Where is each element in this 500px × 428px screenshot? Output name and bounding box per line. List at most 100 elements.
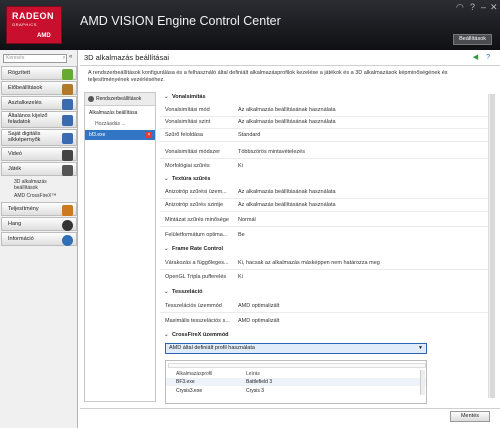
collapse-caret-icon: ⌄ [164, 246, 169, 252]
preferences-button[interactable]: Beállítások [453, 34, 492, 45]
divider [160, 198, 490, 199]
sidebar-item-flat-panels[interactable]: Saját digitális síkképernyők [1, 129, 77, 146]
sidebar-item-display-tasks[interactable]: Általános kijelző feladatok [1, 111, 77, 128]
section-antialiasing[interactable]: ⌄ Vonalsimítás [164, 94, 206, 100]
divider [160, 312, 490, 313]
system-settings-header[interactable]: Rendszerbeállítások [85, 93, 155, 106]
divider [160, 269, 490, 270]
collapse-caret-icon: ⌄ [164, 94, 169, 100]
table-scrollbar[interactable] [420, 370, 425, 395]
scrollbar-thumb[interactable] [490, 94, 495, 398]
app-name: bf3.exe [89, 132, 106, 138]
performance-icon [62, 205, 73, 216]
settings-list: ⌄ Vonalsimítás Vonalsimítási mód Az alkal… [160, 90, 490, 408]
search-icon[interactable]: ⌕ [60, 55, 68, 62]
app-row-bf3[interactable]: bf3.exe × [85, 130, 155, 140]
table-cell[interactable]: Crysis 3 [246, 388, 264, 394]
setting-value[interactable]: Az alkalmazás beállításának használata [238, 107, 336, 113]
setting-label: Várakozás a függőleges... [165, 260, 229, 266]
sidebar-item-audio[interactable]: Hang [1, 217, 77, 231]
setting-value[interactable]: Ki [238, 163, 243, 169]
setting-value[interactable]: Ki [238, 274, 243, 280]
select-value: AMD által definiált profil használata [169, 345, 255, 351]
sidebar-item-video[interactable]: Videó [1, 147, 77, 161]
page-description: A rendszerbeállítások konfigurálása és a… [88, 70, 448, 83]
divider [80, 408, 500, 409]
setting-value[interactable]: Ki, hacsak az alkalmazás másképpen nem h… [238, 260, 380, 266]
section-tessellation[interactable]: ⌄ Tesszeláció [164, 289, 202, 295]
sidebar-item-desktop-management[interactable]: Asztalkezelés [1, 96, 77, 110]
section-title: Vonalsimítás [172, 94, 206, 100]
section-crossfirex-mode[interactable]: ⌄ CrossFireX üzemmód [164, 332, 229, 338]
setting-value[interactable]: Többszörös mintavételezés [238, 149, 305, 155]
section-texture-filtering[interactable]: ⌄ Textúra szűrés [164, 176, 210, 182]
divider [160, 226, 490, 227]
minimize-icon[interactable]: – [481, 2, 486, 12]
title-bar: RADEON GRAPHICS AMD AMD VISION Engine Co… [0, 0, 500, 50]
sidebar-item-label: Általános kijelző feladatok [8, 113, 48, 125]
back-icon[interactable]: ◀ [473, 54, 478, 61]
desktop-icon [62, 99, 73, 110]
help-circle-icon[interactable]: ? [486, 54, 490, 61]
setting-label: Vonalsimítási módszer [165, 149, 221, 155]
column-header-profile[interactable]: Alkalmazásprofil [176, 371, 212, 377]
page-title: 3D alkalmazás beállításai [84, 53, 170, 62]
section-title: Tesszeláció [172, 289, 203, 295]
collapse-icon[interactable]: « [69, 54, 72, 60]
setting-value[interactable]: Normál [238, 217, 256, 223]
wifi-icon[interactable]: ◠ [456, 2, 464, 13]
divider [160, 141, 490, 142]
app-profile-panel: Rendszerbeállítások Alkalmazás beállítás… [84, 92, 156, 402]
help-icon[interactable]: ? [470, 2, 475, 12]
sidebar-item-label: Információ [8, 236, 34, 242]
setting-label: Mintázat szűrés minősége [165, 217, 229, 223]
sidebar-item-gaming[interactable]: Játék [1, 162, 77, 176]
collapse-caret-icon: ⌄ [164, 289, 169, 295]
table-cell[interactable]: BF3.exe [176, 379, 195, 385]
setting-label: Felületformátum optima... [165, 232, 228, 238]
sidebar-item-label: Asztalkezelés [8, 100, 42, 106]
sidebar-link-3d-app-settings[interactable]: 3D alkalmazás beállítások [14, 179, 58, 191]
setting-value[interactable]: AMD optimalizált [238, 303, 279, 309]
setting-value[interactable]: AMD optimalizált [238, 318, 279, 324]
setting-value[interactable]: Az alkalmazás beállításának használata [238, 189, 336, 195]
add-app-row[interactable]: Hozzáadás ... [85, 119, 155, 129]
chevron-down-icon: ▼ [418, 345, 423, 351]
system-icon [88, 96, 94, 102]
table-cell[interactable]: Battlefield 3 [246, 379, 272, 385]
table-row-highlight [166, 378, 426, 386]
sidebar-item-pinned[interactable]: Rögzített [1, 66, 77, 80]
column-header-description[interactable]: Leírás [246, 371, 260, 377]
sidebar-item-information[interactable]: Információ [1, 232, 77, 246]
remove-icon[interactable]: × [146, 132, 152, 138]
divider [160, 158, 490, 159]
setting-value[interactable]: Be [238, 232, 245, 238]
section-title: Frame Rate Control [172, 246, 224, 252]
save-button[interactable]: Mentés [450, 411, 490, 422]
sidebar-item-presets[interactable]: Előbeállítások [1, 81, 77, 95]
divider [160, 211, 490, 212]
setting-value[interactable]: Az alkalmazás beállításának használata [238, 202, 336, 208]
main-content: 3D alkalmazás beállításai ◀ ? A rendszer… [80, 50, 500, 428]
section-title: CrossFireX üzemmód [172, 332, 229, 338]
video-icon [62, 150, 73, 161]
flatpanel-icon [62, 133, 73, 144]
sidebar-link-crossfirex[interactable]: AMD CrossFireX™ [14, 193, 74, 199]
app-settings-row[interactable]: Alkalmazás beállítása [85, 108, 155, 118]
sidebar-item-performance[interactable]: Teljesítmény [1, 202, 77, 216]
gaming-icon [62, 165, 73, 176]
display-icon [62, 115, 73, 126]
setting-value[interactable]: Az alkalmazás beállításának használata [238, 119, 336, 125]
sidebar-item-label: Teljesítmény [8, 206, 39, 212]
table-cell[interactable]: Crysis3.exe [176, 388, 202, 394]
close-icon[interactable]: ✕ [490, 2, 498, 13]
table-filter-input[interactable] [168, 363, 426, 368]
search-input[interactable]: Keresés ⌕ [3, 54, 67, 63]
sidebar-item-label: Rögzített [8, 70, 31, 76]
sidebar-item-label: Előbeállítások [8, 85, 43, 91]
setting-value[interactable]: Standard [238, 132, 260, 138]
section-frame-rate-control[interactable]: ⌄ Frame Rate Control [164, 246, 223, 252]
settings-scrollbar[interactable] [488, 94, 495, 398]
setting-label: Tesszelációs üzemmód [165, 303, 222, 309]
crossfire-profile-select[interactable]: AMD által definiált profil használata ▼ [165, 343, 427, 354]
